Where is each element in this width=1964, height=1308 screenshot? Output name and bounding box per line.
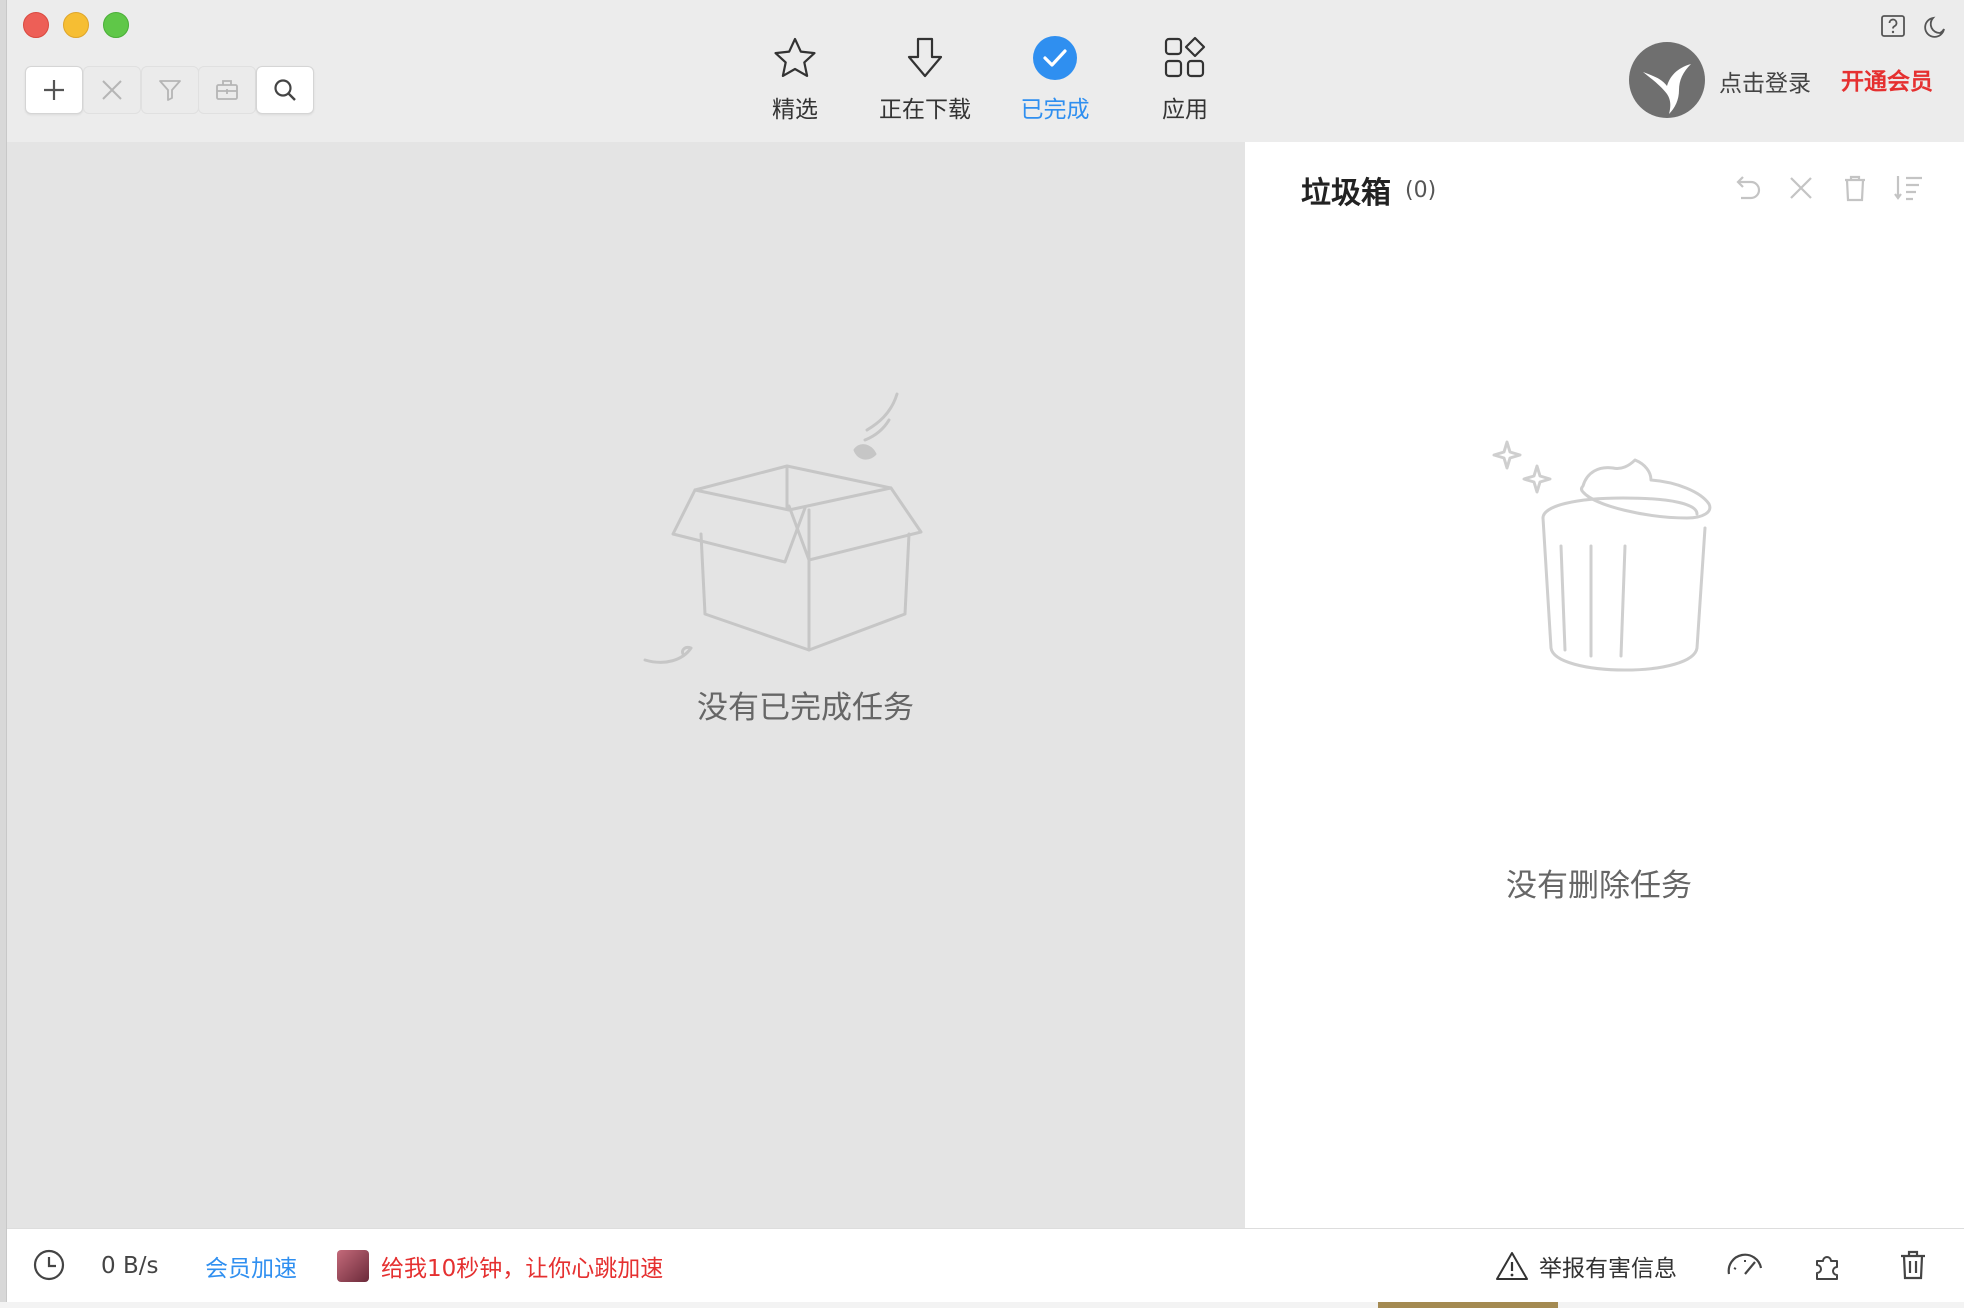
sort-icon [1894, 176, 1922, 201]
trash-icon[interactable] [1893, 1245, 1933, 1285]
promo-avatar [337, 1250, 369, 1282]
filter-button[interactable] [141, 66, 199, 114]
open-vip-link[interactable]: 开通会员 [1841, 62, 1933, 96]
promo-text: 给我10秒钟，让你心跳加速 [381, 1256, 664, 1282]
tab-completed-label: 已完成 [1020, 97, 1090, 123]
briefcase-icon [216, 80, 238, 100]
login-link[interactable]: 点击登录 [1719, 64, 1811, 98]
avatar[interactable] [1629, 42, 1705, 118]
bird-logo-icon [1643, 64, 1691, 114]
empty-box-illustration [643, 392, 923, 664]
vip-speedup-link[interactable]: 会员加速 [205, 1229, 297, 1302]
window-zoom-button[interactable] [103, 12, 129, 38]
check-circle-icon [1033, 36, 1077, 80]
tab-featured[interactable]: 精选 [735, 34, 855, 124]
empty-trash-button[interactable] [1837, 170, 1873, 206]
close-icon [1790, 177, 1812, 199]
dark-mode-moon-icon[interactable] [1921, 12, 1949, 40]
background-window [0, 1302, 1964, 1308]
speed-limit-icon[interactable] [1725, 1245, 1765, 1285]
sort-button[interactable] [1891, 170, 1927, 206]
tab-featured-label: 精选 [772, 97, 818, 123]
tab-apps[interactable]: 应用 [1125, 34, 1245, 124]
star-icon [774, 37, 816, 77]
tab-downloading-label: 正在下载 [879, 97, 971, 123]
plugin-puzzle-icon[interactable] [1809, 1245, 1849, 1285]
undo-icon [1736, 176, 1761, 200]
apps-grid-icon [1164, 36, 1206, 78]
promo-banner[interactable]: 给我10秒钟，让你心跳加速 [337, 1229, 663, 1302]
toolbar: 精选 正在下载 已完成 应用 点击登录 开通会员 [7, 0, 1964, 142]
search-button[interactable] [256, 66, 314, 114]
no-deleted-tasks-label: 没有删除任务 [1506, 868, 1692, 904]
app-window: 精选 正在下载 已完成 应用 点击登录 开通会员 没有已完成任务 垃圾箱 (0)… [6, 0, 1964, 1302]
trash-panel: 垃圾箱 (0) 没有删除任务 [1245, 142, 1964, 1228]
download-speed: 0 B/s [101, 1253, 159, 1279]
delete-button[interactable] [83, 66, 141, 114]
remove-button[interactable] [1783, 170, 1819, 206]
search-icon [274, 79, 296, 101]
background-window-tab [1378, 1302, 1558, 1308]
download-arrow-icon [907, 37, 943, 78]
plus-icon [44, 80, 64, 100]
filter-icon [159, 80, 181, 101]
new-task-button[interactable] [25, 66, 83, 114]
warning-icon [1496, 1252, 1528, 1280]
window-minimize-button[interactable] [63, 12, 89, 38]
report-harmful-link[interactable]: 举报有害信息 [1495, 1229, 1677, 1302]
completed-tasks-pane: 没有已完成任务 [7, 142, 1245, 1228]
report-harmful-label: 举报有害信息 [1539, 1256, 1677, 1282]
trash-icon [1845, 175, 1865, 202]
tab-downloading[interactable]: 正在下载 [865, 34, 985, 124]
trash-count: (0) [1405, 178, 1437, 203]
help-icon[interactable] [1879, 12, 1907, 40]
history-clock-icon[interactable] [29, 1245, 69, 1285]
status-bar: 0 B/s 会员加速 给我10秒钟，让你心跳加速 举报有害信息 [7, 1228, 1964, 1302]
tab-apps-label: 应用 [1162, 97, 1208, 123]
toolbox-button[interactable] [198, 66, 256, 114]
empty-trash-can-illustration [1492, 440, 1712, 672]
trash-title: 垃圾箱 [1301, 176, 1391, 211]
restore-button[interactable] [1729, 170, 1765, 206]
no-completed-tasks-label: 没有已完成任务 [697, 690, 914, 726]
tab-completed[interactable]: 已完成 [995, 34, 1115, 124]
close-icon [102, 80, 122, 100]
window-close-button[interactable] [23, 12, 49, 38]
